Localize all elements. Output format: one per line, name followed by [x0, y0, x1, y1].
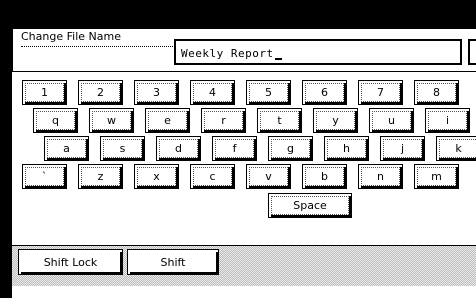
- key[interactable]: t: [257, 108, 302, 133]
- key-label: r: [221, 114, 226, 127]
- space-key[interactable]: Space: [268, 193, 352, 218]
- key[interactable]: r: [201, 108, 246, 133]
- key-label: i: [445, 114, 450, 127]
- key-label: t: [277, 114, 282, 127]
- file-name-field[interactable]: Weekly Report: [174, 39, 462, 65]
- key-label: g: [287, 142, 294, 155]
- key[interactable]: 7: [358, 80, 403, 105]
- key-label: 7: [377, 86, 384, 99]
- key[interactable]: v: [246, 164, 291, 189]
- field-side-block: [468, 39, 476, 65]
- dialog-title: Change File Name: [21, 30, 121, 43]
- key-label: d: [175, 142, 182, 155]
- key[interactable]: q: [33, 108, 78, 133]
- key-label: z: [97, 170, 104, 183]
- shift-lock-label: Shift Lock: [43, 255, 98, 269]
- key[interactable]: b: [302, 164, 347, 189]
- key[interactable]: i: [425, 108, 470, 133]
- key[interactable]: c: [190, 164, 235, 189]
- keyboard-mode-bar: Shift Lock Shift: [12, 245, 476, 286]
- key[interactable]: m: [414, 164, 459, 189]
- key-label: u: [388, 114, 395, 127]
- key-label: 1: [41, 86, 48, 99]
- key-label: w: [107, 114, 116, 127]
- key[interactable]: 5: [246, 80, 291, 105]
- key[interactable]: x: [134, 164, 179, 189]
- key[interactable]: `: [22, 164, 67, 189]
- key-label: n: [377, 170, 384, 183]
- key[interactable]: f: [212, 136, 257, 161]
- key-label: `: [41, 170, 48, 183]
- key-label: s: [119, 142, 126, 155]
- key-label: b: [321, 170, 328, 183]
- key[interactable]: n: [358, 164, 403, 189]
- key-label: m: [431, 170, 442, 183]
- key[interactable]: 2: [78, 80, 123, 105]
- key-label: e: [164, 114, 171, 127]
- key-label: v: [265, 170, 272, 183]
- key[interactable]: 4: [190, 80, 235, 105]
- key-label: 3: [153, 86, 160, 99]
- key[interactable]: e: [145, 108, 190, 133]
- key[interactable]: 8: [414, 80, 459, 105]
- key[interactable]: g: [268, 136, 313, 161]
- key[interactable]: k: [436, 136, 476, 161]
- key[interactable]: s: [100, 136, 145, 161]
- key-label: 6: [321, 86, 328, 99]
- key-label: h: [343, 142, 350, 155]
- key[interactable]: a: [44, 136, 89, 161]
- key[interactable]: y: [313, 108, 358, 133]
- key-label: 4: [209, 86, 216, 99]
- key-label: 2: [97, 86, 104, 99]
- text-cursor: [274, 58, 282, 60]
- key[interactable]: d: [156, 136, 201, 161]
- key-label: q: [52, 114, 59, 127]
- key[interactable]: 6: [302, 80, 347, 105]
- key[interactable]: h: [324, 136, 369, 161]
- key-label: y: [332, 114, 339, 127]
- key[interactable]: j: [380, 136, 425, 161]
- key-label: j: [400, 142, 405, 155]
- shift-lock-button[interactable]: Shift Lock: [18, 249, 123, 275]
- key[interactable]: w: [89, 108, 134, 133]
- key-label: 8: [433, 86, 440, 99]
- key[interactable]: 3: [134, 80, 179, 105]
- shift-label: Shift: [160, 255, 186, 269]
- file-name-text: Weekly Report: [181, 47, 274, 60]
- space-key-label: Space: [293, 199, 327, 212]
- key[interactable]: u: [369, 108, 414, 133]
- key[interactable]: 1: [22, 80, 67, 105]
- key-label: f: [232, 142, 237, 155]
- key[interactable]: z: [78, 164, 123, 189]
- key-label: a: [63, 142, 70, 155]
- title-leader-dots: [21, 46, 177, 47]
- shift-button[interactable]: Shift: [127, 249, 219, 275]
- key-label: c: [209, 170, 216, 183]
- key-label: k: [455, 142, 462, 155]
- key-label: x: [153, 170, 160, 183]
- key-label: 5: [265, 86, 272, 99]
